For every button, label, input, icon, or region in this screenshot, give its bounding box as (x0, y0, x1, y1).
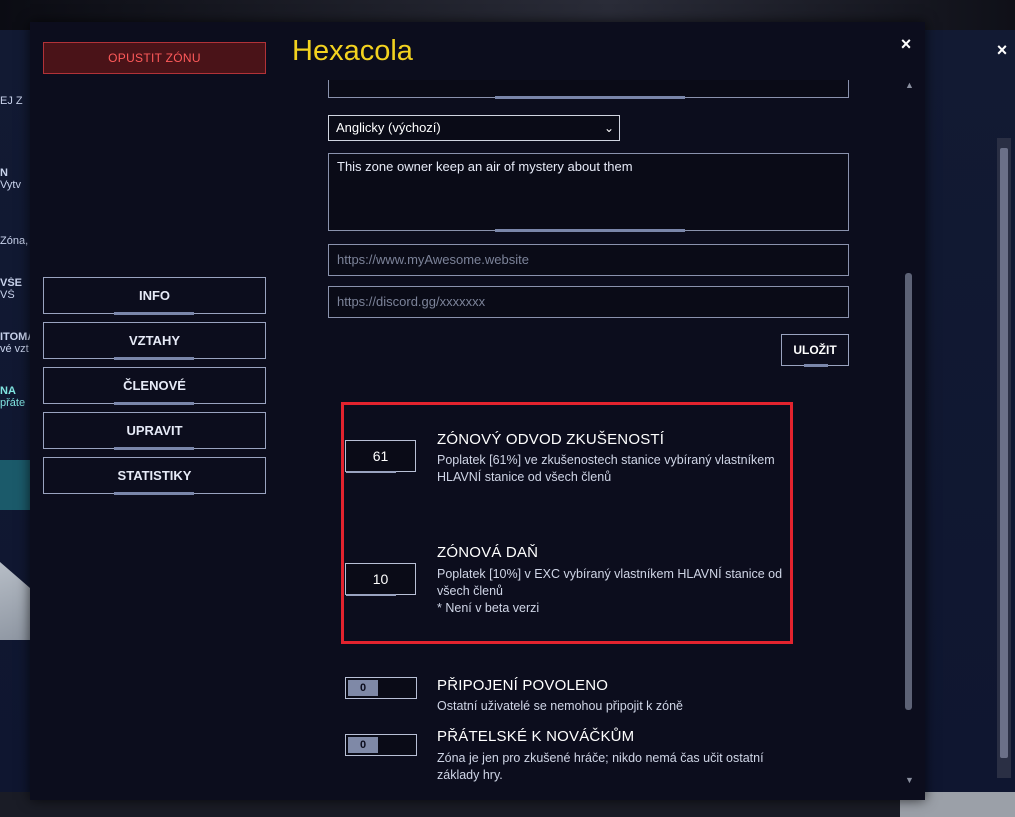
xp-tax-title: ZÓNOVÝ ODVOD ZKUŠENOSTÍ (437, 431, 665, 448)
newbie-friendly-description: Zóna je jen pro zkušené hráče; nikdo nem… (437, 750, 827, 784)
newbie-friendly-title: PŘÁTELSKÉ K NOVÁČKŮM (437, 728, 635, 745)
bg-highlight-bar (0, 460, 30, 510)
bg-fragment: vé vzt (0, 343, 29, 355)
close-icon[interactable]: × (896, 34, 916, 54)
nav-info-button[interactable]: INFO (43, 277, 266, 315)
toggle-knob: 0 (348, 680, 378, 696)
zone-tax-desc-line: všech členů (437, 584, 504, 598)
zone-tax-description: Poplatek [10%] v EXC vybíraný vlastníkem… (437, 566, 827, 617)
description-textarea[interactable]: This zone owner keep an air of mystery a… (328, 153, 849, 232)
language-select-value: Anglicky (výchozí) (336, 120, 441, 135)
scroll-up-icon[interactable]: ▲ (905, 80, 914, 90)
zone-dialog: OPUSTIT ZÓNU Hexacola × INFO VZTAHY ČLEN… (30, 22, 925, 800)
background-sidebar: EJ Z N Vytv Zóna, VŠE VŠ ITOMA vé vzt NA… (0, 95, 30, 409)
scroll-thumb[interactable] (905, 273, 912, 710)
bg-fragment: EJ Z (0, 95, 23, 107)
nav-relations-button[interactable]: VZTAHY (43, 322, 266, 360)
website-placeholder: https://www.myAwesome.website (337, 252, 529, 267)
xp-tax-input[interactable]: 61 (345, 440, 416, 473)
xp-tax-desc-line: HLAVNÍ stanice od všech členů (437, 470, 612, 484)
discord-placeholder: https://discord.gg/xxxxxxx (337, 294, 486, 309)
join-allowed-description: Ostatní uživatelé se nemohou připojit k … (437, 699, 683, 713)
chevron-down-icon: ⌄ (603, 121, 614, 135)
toggle-knob: 0 (348, 737, 378, 753)
bg-fragment: Vytv (0, 179, 21, 191)
xp-tax-desc-line: Poplatek [61%] ve zkušenostech stanice v… (437, 453, 775, 467)
bg-fragment: přáte (0, 397, 26, 409)
bg-fragment: VŠ (0, 289, 15, 301)
join-allowed-toggle[interactable]: 0 (345, 677, 417, 699)
zone-tax-title: ZÓNOVÁ DAŇ (437, 544, 539, 561)
nav-members-button[interactable]: ČLENOVÉ (43, 367, 266, 405)
website-input[interactable]: https://www.myAwesome.website (328, 244, 849, 276)
save-button[interactable]: ULOŽIT (781, 334, 849, 367)
language-select[interactable]: Anglicky (výchozí) ⌄ (328, 115, 620, 141)
bg-fragment: N (0, 167, 8, 179)
zone-title: Hexacola (292, 35, 413, 67)
scroll-down-icon[interactable]: ▼ (905, 775, 914, 785)
nav-edit-button[interactable]: UPRAVIT (43, 412, 266, 450)
leave-zone-button[interactable]: OPUSTIT ZÓNU (43, 42, 266, 74)
bg-graphic (0, 562, 30, 640)
name-field[interactable] (328, 80, 849, 99)
bg-fragment: VŠE (0, 277, 23, 289)
background-scroll-thumb[interactable] (1000, 148, 1008, 758)
newbie-desc-line: Zóna je jen pro zkušené hráče; nikdo nem… (437, 751, 764, 765)
newbie-desc-line: základy hry. (437, 768, 503, 782)
newbie-friendly-toggle[interactable]: 0 (345, 734, 417, 756)
bg-fragment: ITOMA (0, 331, 30, 343)
description-text: This zone owner keep an air of mystery a… (337, 159, 633, 174)
dialog-scrollbar[interactable]: ▲ ▼ (903, 80, 915, 790)
background-close-icon[interactable]: × (993, 40, 1011, 60)
nav-stats-button[interactable]: STATISTIKY (43, 457, 266, 495)
background-scrollbar[interactable] (997, 138, 1011, 778)
xp-tax-description: Poplatek [61%] ve zkušenostech stanice v… (437, 452, 827, 486)
zone-tax-desc-line: Poplatek [10%] v EXC vybíraný vlastníkem… (437, 567, 783, 581)
zone-tax-input[interactable]: 10 (345, 563, 416, 596)
bg-fragment: NA (0, 385, 16, 397)
discord-input[interactable]: https://discord.gg/xxxxxxx (328, 286, 849, 318)
bg-fragment: Zóna, (0, 235, 29, 247)
zone-tax-note: * Není v beta verzi (437, 601, 540, 615)
join-allowed-title: PŘIPOJENÍ POVOLENO (437, 677, 609, 694)
